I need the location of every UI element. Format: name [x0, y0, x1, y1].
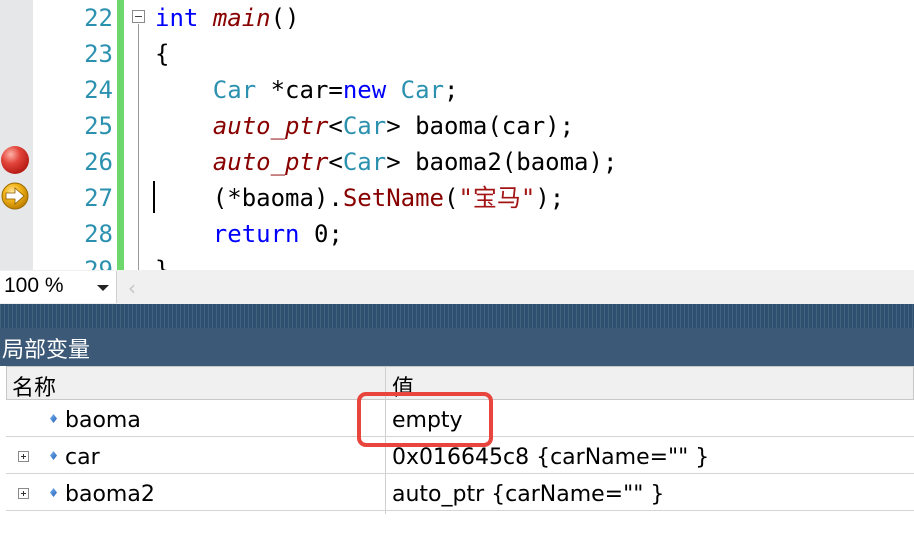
code-token: Car: [212, 76, 257, 104]
line-number: 22: [84, 4, 113, 32]
code-text[interactable]: Car *car=new Car;: [155, 72, 459, 108]
code-text[interactable]: return 0;: [155, 216, 343, 252]
variable-value[interactable]: auto_ptr {carName="" }: [392, 482, 664, 507]
code-token: main: [212, 4, 271, 32]
line-number: 28: [84, 220, 113, 248]
code-token: SetName: [342, 184, 444, 212]
variable-value[interactable]: 0x016645c8 {carName="" }: [392, 445, 709, 470]
code-line[interactable]: 28 return 0;: [0, 216, 914, 252]
instruction-pointer-icon[interactable]: [1, 182, 29, 210]
code-token: {: [155, 40, 170, 68]
code-line[interactable]: 22 int main(): [0, 0, 914, 36]
code-line[interactable]: 23 {: [0, 36, 914, 72]
code-text[interactable]: (*baoma).SetName("宝马");: [155, 180, 564, 216]
code-token: > baoma2(baoma);: [386, 148, 618, 176]
line-number: 24: [84, 76, 113, 104]
code-token: auto_ptr: [212, 112, 329, 140]
code-text[interactable]: }: [155, 252, 169, 270]
code-text[interactable]: int main(): [155, 0, 300, 36]
column-header-name[interactable]: 名称: [12, 370, 56, 402]
line-number: 29: [84, 256, 113, 270]
zoom-level: 100 %: [4, 274, 64, 297]
variable-name: baoma2: [65, 482, 155, 507]
code-token: (*baoma).: [155, 184, 343, 212]
scroll-left-icon[interactable]: ‹: [128, 276, 136, 300]
locals-title: 局部变量: [2, 338, 91, 363]
code-token: *car=: [256, 76, 343, 104]
line-number: 25: [84, 112, 113, 140]
code-token: ;: [444, 76, 459, 104]
highlight-annotation-box: [357, 392, 493, 447]
code-token: Car: [342, 148, 387, 176]
code-text[interactable]: auto_ptr<Car> baoma2(baoma);: [155, 144, 618, 180]
code-line[interactable]: 24 Car *car=new Car;: [0, 72, 914, 108]
zoom-dropdown-icon[interactable]: [97, 285, 109, 291]
code-token: int: [155, 4, 199, 32]
code-token: return: [212, 220, 300, 248]
line-number: 27: [84, 184, 113, 212]
expand-icon[interactable]: [18, 488, 29, 499]
code-token: "宝马": [458, 184, 536, 212]
expand-icon[interactable]: [18, 451, 29, 462]
code-line[interactable]: 25 auto_ptr<Car> baoma(car);: [0, 108, 914, 144]
text-caret: [153, 181, 155, 213]
variable-name: baoma: [65, 408, 141, 433]
code-token: Car: [400, 76, 445, 104]
code-token: (): [270, 4, 300, 32]
code-token: );: [535, 184, 565, 212]
code-token: <: [328, 112, 343, 140]
code-token: (: [444, 184, 459, 212]
code-token: new: [342, 76, 387, 104]
editor-status-strip: [0, 270, 914, 304]
line-number: 26: [84, 148, 113, 176]
code-token: auto_ptr: [212, 148, 329, 176]
variable-name: car: [65, 445, 100, 470]
code-text[interactable]: auto_ptr<Car> baoma(car);: [155, 108, 574, 144]
code-editor[interactable]: 22 int main() 23{24 Car *car=new Car; 25 au…: [0, 0, 914, 270]
breakpoint-icon[interactable]: [1, 146, 29, 174]
locals-title-bar: [0, 328, 914, 366]
code-line[interactable]: 27 (*baoma).SetName("宝马");: [0, 180, 914, 216]
line-number: 23: [84, 40, 113, 68]
code-token: Car: [342, 112, 387, 140]
code-token: > baoma(car);: [386, 112, 575, 140]
code-line[interactable]: 26 auto_ptr<Car> baoma2(baoma);: [0, 144, 914, 180]
code-text[interactable]: {: [155, 36, 169, 72]
code-line[interactable]: 29}: [0, 252, 914, 270]
code-token: 0;: [299, 220, 343, 248]
code-token: <: [328, 148, 343, 176]
panel-splitter[interactable]: [0, 304, 914, 328]
code-token: }: [155, 256, 170, 270]
